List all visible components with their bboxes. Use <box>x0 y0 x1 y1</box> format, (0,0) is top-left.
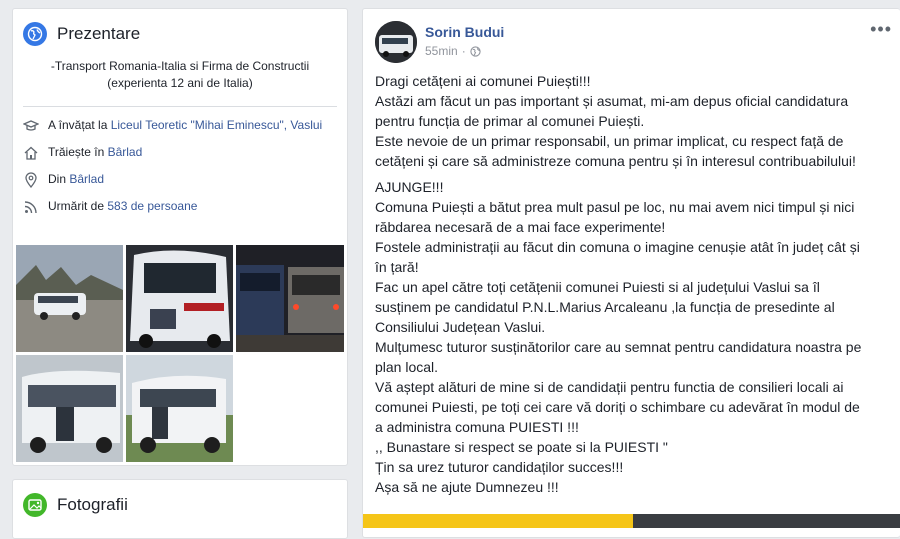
featured-photo[interactable] <box>126 245 233 352</box>
rss-icon <box>24 201 37 214</box>
post-line: Fac un apel către toți cetățenii comunei… <box>375 279 820 295</box>
post-author[interactable]: Sorin Budui <box>425 24 504 40</box>
education-row: A învățat la Liceul Teoretic "Mihai Emin… <box>23 117 337 134</box>
post-timestamp[interactable]: 55min <box>425 44 458 58</box>
post-line: Consiliului Județean Vaslui. <box>375 319 546 335</box>
divider <box>23 106 337 107</box>
post-line: Dragi cetățeni ai comunei Puiești!!! <box>375 73 591 89</box>
post-paragraph: Dragi cetățeni ai comunei Puiești!!! Astă… <box>375 71 890 171</box>
lives-text: Trăiește în Bârlad <box>48 144 142 160</box>
featured-photo[interactable] <box>16 355 123 462</box>
from-row: Din Bârlad <box>23 171 337 188</box>
photos-card: Fotografii <box>12 479 348 539</box>
home-icon <box>24 146 38 160</box>
post-line: Așa să ne ajute Dumnezeu !!! <box>375 479 559 495</box>
intro-title: Prezentare <box>57 24 141 43</box>
intro-card: Prezentare -Transport Romania-Italia si … <box>12 8 348 466</box>
post-line: plan local. <box>375 359 439 375</box>
post-line: Astăzi am făcut un pas important și asum… <box>375 93 849 109</box>
more-options-button[interactable]: ••• <box>870 19 892 40</box>
featured-photo[interactable] <box>126 355 233 462</box>
bio-text: -Transport Romania-Italia si Firma de Co… <box>33 58 327 92</box>
post-line: comunei Puiesti, pe toți cei care vă dor… <box>375 399 860 415</box>
education-link[interactable]: Liceul Teoretic "Mihai Eminescu", Vaslui <box>111 118 323 132</box>
followers-link[interactable]: 583 de persoane <box>107 199 197 213</box>
location-pin-icon <box>25 172 37 188</box>
post-line: Vă aștept alături de mine si de candidaț… <box>375 379 844 395</box>
bio-line: (experienta 12 ani de Italia) <box>107 76 253 90</box>
lives-prefix: Trăiește în <box>48 145 108 159</box>
from-prefix: Din <box>48 172 70 186</box>
avatar[interactable] <box>375 21 417 63</box>
post-media-preview[interactable] <box>633 514 900 528</box>
post-line: cetățeni și care să administreze comuna … <box>375 153 856 169</box>
post-text: Dragi cetățeni ai comunei Puiești!!! Astă… <box>375 71 890 503</box>
photos-title[interactable]: Fotografii <box>57 495 128 515</box>
post-line: susținem pe candidatul P.N.L.Marius Arca… <box>375 299 835 315</box>
post-media-preview[interactable] <box>363 514 633 528</box>
post-card: Sorin Budui 55min · ••• Dragi cetățeni a… <box>362 8 900 538</box>
globe-icon <box>23 22 47 46</box>
bio-line: -Transport Romania-Italia si Firma de Co… <box>50 59 310 73</box>
graduation-cap-icon <box>23 120 39 131</box>
post-line: Mulțumesc tuturor susținătorilor care au… <box>375 339 862 355</box>
followers-prefix: Urmărit de <box>48 199 108 213</box>
from-text: Din Bârlad <box>48 171 104 187</box>
meta-separator: · <box>461 44 466 58</box>
post-line: Comuna Puiești a bătut prea mult pasul p… <box>375 199 855 215</box>
featured-photo[interactable] <box>236 245 344 352</box>
intro-header: Prezentare <box>13 9 347 46</box>
globe-icon[interactable] <box>470 45 481 57</box>
post-line: Fostele administrații au făcut din comun… <box>375 239 860 255</box>
post-paragraph: AJUNGE!!! Comuna Puiești a bătut prea mul… <box>375 177 890 497</box>
from-link[interactable]: Bârlad <box>69 172 104 186</box>
post-line: răbdarea necesară de a mai face experime… <box>375 219 666 235</box>
followers-text: Urmărit de 583 de persoane <box>48 198 197 214</box>
post-line: ,, Bunastare si respect se poate si la P… <box>375 439 668 455</box>
intro-info-list: A învățat la Liceul Teoretic "Mihai Emin… <box>13 117 347 215</box>
post-line: Este nevoie de un primar responsabil, un… <box>375 133 844 149</box>
post-line: pentru funcția de primar al comunei Puie… <box>375 113 645 129</box>
education-prefix: A învățat la <box>48 118 111 132</box>
lives-row: Trăiește în Bârlad <box>23 144 337 161</box>
post-meta: 55min · <box>425 44 504 58</box>
post-header: Sorin Budui 55min · <box>375 21 504 63</box>
photos-header[interactable]: Fotografii <box>13 480 347 517</box>
education-text: A învățat la Liceul Teoretic "Mihai Emin… <box>48 117 322 133</box>
post-line: AJUNGE!!! <box>375 179 444 195</box>
post-line: Țin sa urez tuturor candidaților succes!… <box>375 459 624 475</box>
featured-photo[interactable] <box>16 245 123 352</box>
post-line: a administra comuna PUIESTI !!! <box>375 419 579 435</box>
followers-row: Urmărit de 583 de persoane <box>23 198 337 215</box>
post-line: în țară! <box>375 259 419 275</box>
lives-link[interactable]: Bârlad <box>108 145 143 159</box>
photo-icon <box>23 493 47 517</box>
